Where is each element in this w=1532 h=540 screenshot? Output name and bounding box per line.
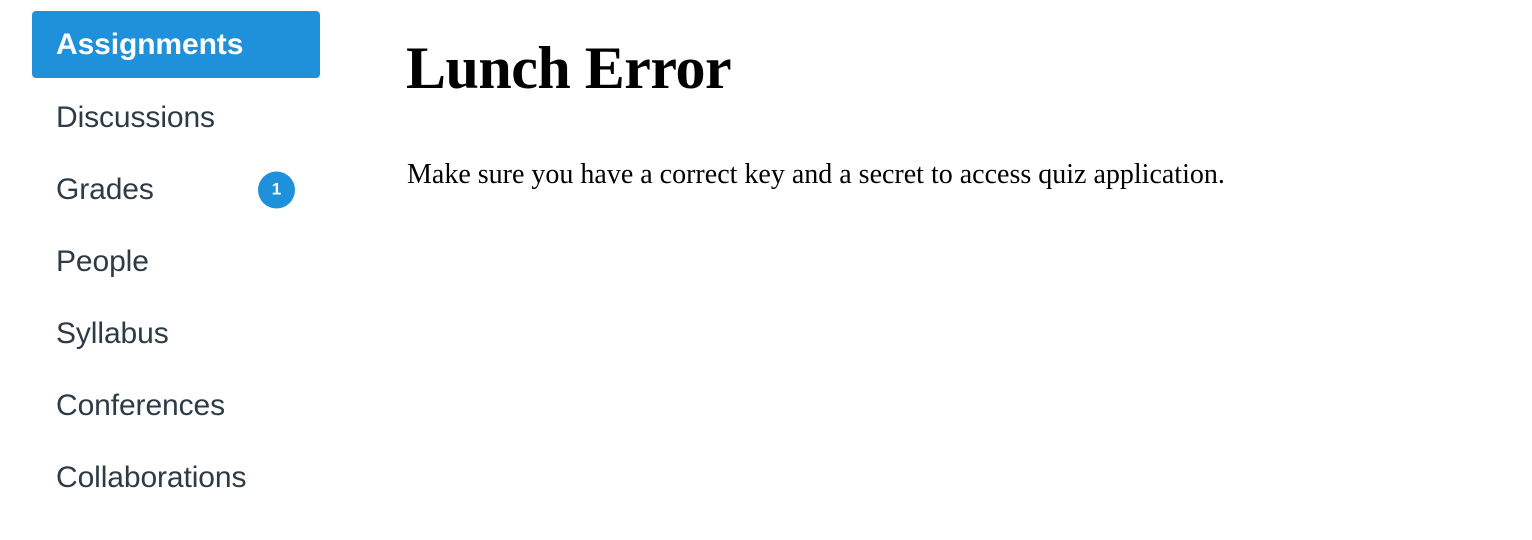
main-content: Lunch Error Make sure you have a correct… [406, 0, 1532, 540]
grades-unread-badge: 1 [258, 171, 295, 208]
page-title: Lunch Error [406, 35, 732, 101]
sidebar-item-label: Syllabus [56, 316, 169, 350]
sidebar-item-label: Grades [56, 172, 154, 206]
sidebar-item-collaborations[interactable]: Collaborations [32, 444, 320, 511]
page-root: Assignments Discussions Grades 1 People … [0, 0, 1532, 540]
sidebar-item-discussions[interactable]: Discussions [32, 84, 320, 151]
sidebar-item-syllabus[interactable]: Syllabus [32, 300, 320, 367]
sidebar-item-people[interactable]: People [32, 228, 320, 295]
sidebar-item-label: Discussions [56, 100, 215, 134]
course-navigation: Assignments Discussions Grades 1 People … [0, 0, 380, 540]
sidebar-item-conferences[interactable]: Conferences [32, 372, 320, 439]
sidebar-item-grades[interactable]: Grades 1 [32, 156, 320, 223]
sidebar-item-label: Conferences [56, 388, 225, 422]
sidebar-item-label: Collaborations [56, 460, 247, 494]
sidebar-item-assignments[interactable]: Assignments [32, 11, 320, 78]
sidebar-item-label: People [56, 244, 149, 278]
sidebar-item-label: Assignments [56, 27, 244, 61]
page-body-text: Make sure you have a correct key and a s… [407, 159, 1225, 190]
